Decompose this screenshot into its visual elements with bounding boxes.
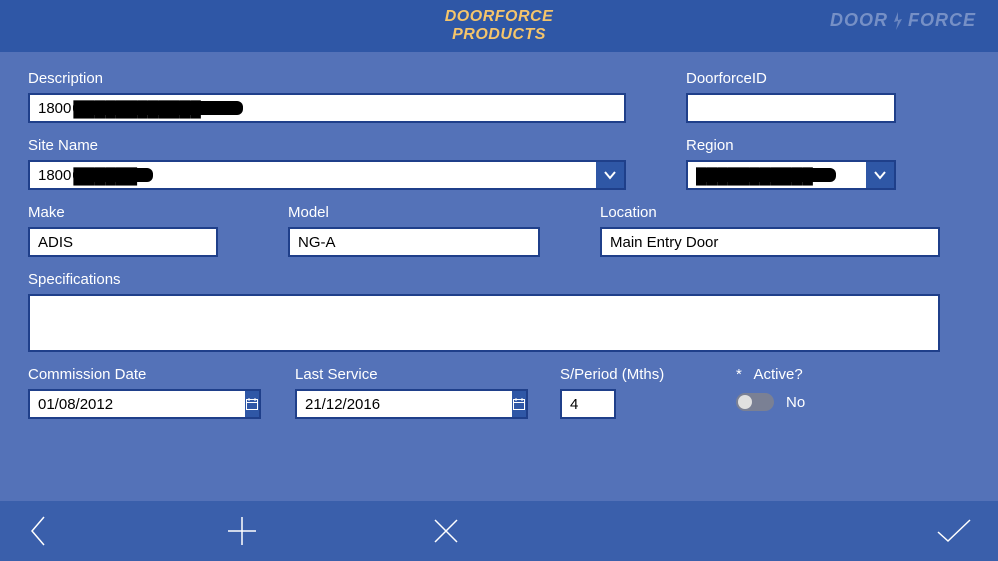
region-value-redacted: ███████████ [696,168,836,182]
action-bar [0,501,998,561]
app-header: DOORFORCE PRODUCTS DOOR FORCE [0,0,998,52]
chevron-left-icon [24,511,54,551]
last-service-picker-button[interactable] [512,389,528,419]
location-input[interactable] [600,227,940,257]
calendar-icon [512,397,526,411]
region-label: Region [686,137,896,154]
last-service-label: Last Service [295,366,508,383]
model-input[interactable] [288,227,540,257]
commission-date-picker-button[interactable] [245,389,261,419]
logo-text-1: DOOR [830,10,888,31]
brand-logo: DOOR FORCE [830,10,976,31]
model-label: Model [288,204,540,221]
chevron-down-icon [603,168,617,182]
last-service-input[interactable] [295,389,512,419]
specifications-label: Specifications [28,271,940,288]
active-label: * Active? [736,366,896,383]
site-name-combo[interactable]: 1800 ██████ [28,160,626,190]
active-state-text: No [786,394,805,411]
active-toggle[interactable] [736,393,774,411]
check-icon [934,516,974,546]
region-combo[interactable]: ███████████ [686,160,896,190]
site-name-value-prefix: 1800 [38,167,71,184]
site-name-value-redacted: ██████ [73,168,153,182]
title-line-2: PRODUCTS [452,26,546,43]
s-period-label: S/Period (Mths) [560,366,656,383]
page-title: DOORFORCE PRODUCTS [445,8,554,45]
close-icon [430,515,462,547]
description-value-prefix: 1800 [38,100,71,117]
logo-text-2: FORCE [908,10,976,31]
doorforce-id-input[interactable] [686,93,896,123]
calendar-icon [245,397,259,411]
doorforce-id-label: DoorforceID [686,70,896,87]
add-button[interactable] [224,511,260,551]
description-label: Description [28,70,626,87]
specifications-input[interactable] [28,294,940,352]
cancel-button[interactable] [430,511,462,551]
lightning-icon [890,11,906,31]
site-name-dropdown-button[interactable] [596,160,626,190]
make-label: Make [28,204,218,221]
last-service-field[interactable] [295,389,508,419]
region-dropdown-button[interactable] [866,160,896,190]
commission-date-label: Commission Date [28,366,241,383]
make-input[interactable] [28,227,218,257]
confirm-button[interactable] [934,516,974,546]
back-button[interactable] [24,511,54,551]
title-line-1: DOORFORCE [445,8,554,25]
description-value-redacted: ████████████ [73,101,243,115]
chevron-down-icon [873,168,887,182]
description-input[interactable]: 1800 ████████████ [28,93,626,123]
site-name-label: Site Name [28,137,626,154]
location-label: Location [600,204,940,221]
commission-date-input[interactable] [28,389,245,419]
plus-icon [224,513,260,549]
form-scroll-area[interactable]: Description 1800 ████████████ DoorforceI… [0,52,998,501]
s-period-input[interactable] [560,389,616,419]
commission-date-field[interactable] [28,389,241,419]
